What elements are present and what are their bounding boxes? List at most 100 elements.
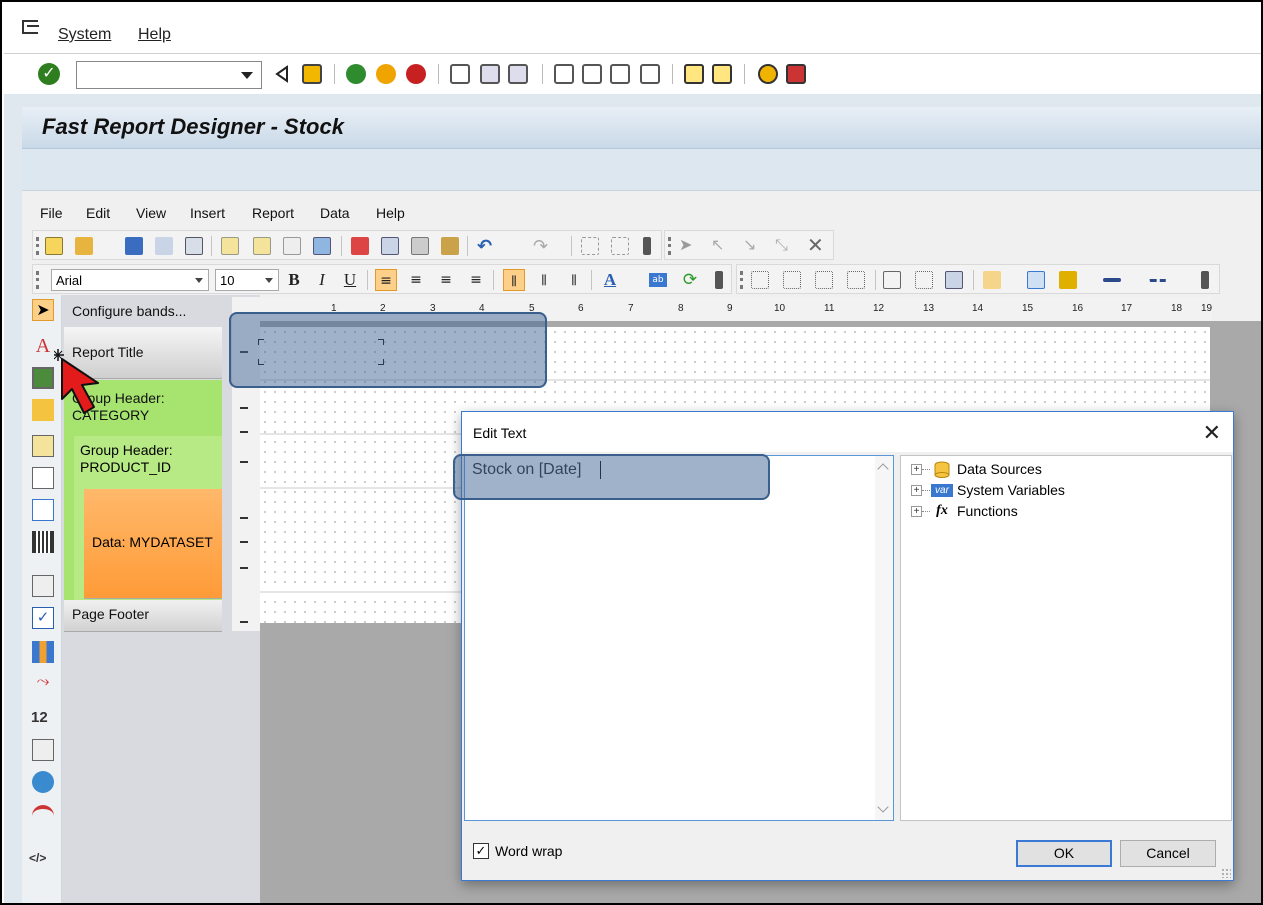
zip-code-object-icon[interactable] [32,739,54,761]
word-wrap-checkbox[interactable]: ✓ [473,843,489,859]
border-right-icon[interactable] [847,271,865,289]
font-color-icon[interactable]: A [599,269,621,291]
undo-icon[interactable]: ↶ [477,237,495,255]
ok-button[interactable]: OK [1016,840,1112,867]
subreport-object-icon[interactable] [32,435,54,457]
line-double-icon[interactable]: ⤡ [775,237,793,255]
ungroup-icon[interactable] [611,237,629,255]
valign-top-button[interactable]: ⫼ [503,269,525,291]
chevron-down-icon[interactable] [265,278,273,283]
line-arrow-icon[interactable]: ↘ [743,237,761,255]
menu-data[interactable]: Data [320,205,350,221]
toolbar-grip[interactable] [36,271,39,289]
print-icon[interactable] [450,64,470,84]
align-right-button[interactable]: ≡ [435,269,457,291]
table-object-icon[interactable] [32,467,54,489]
delete-page-icon[interactable] [283,237,301,255]
menu-view[interactable]: View [136,205,166,221]
sparkline-object-icon[interactable]: ⤳ [32,673,54,695]
text-object-icon[interactable]: A [32,335,54,357]
save-icon[interactable] [125,237,143,255]
toolbar-overflow-icon[interactable] [643,237,651,255]
layout-menu-icon[interactable] [786,64,806,84]
next-page-icon[interactable] [610,64,630,84]
align-center-button[interactable]: ≡ [405,269,427,291]
barcode-object-icon[interactable] [32,531,54,553]
border-all-icon[interactable] [883,271,901,289]
open-icon[interactable] [75,237,93,255]
align-left-button[interactable]: ≡ [375,269,397,291]
previous-page-icon[interactable] [582,64,602,84]
new-dialog-icon[interactable] [253,237,271,255]
bold-button[interactable]: B [283,269,305,291]
dialog-titlebar[interactable]: Edit Text ✕ [462,412,1233,452]
page-setup-icon[interactable] [313,237,331,255]
valign-bottom-button[interactable]: ⫼ [563,269,585,291]
first-page-icon[interactable] [554,64,574,84]
expand-icon[interactable]: + [911,506,922,517]
text-editor[interactable]: Stock on [Date] [464,455,894,821]
menu-insert[interactable]: Insert [190,205,225,221]
border-left-icon[interactable] [815,271,833,289]
format-painter-icon[interactable] [441,237,459,255]
fill-style-icon[interactable] [1027,271,1045,289]
back-icon[interactable] [346,64,366,84]
fill-color-icon[interactable] [983,271,1001,289]
toolbar-grip[interactable] [36,237,39,255]
cancel-icon[interactable] [406,64,426,84]
chevron-down-icon[interactable] [195,278,203,283]
select-pointer-icon[interactable]: ➤ [32,299,54,321]
rich-text-object-icon[interactable] [32,575,54,597]
toolbar-grip[interactable] [668,237,671,255]
new-session-icon[interactable] [684,64,704,84]
new-page-icon[interactable] [221,237,239,255]
justify-button[interactable]: ≡ [465,269,487,291]
gauge-object-icon[interactable] [32,805,54,827]
checkbox-object-icon[interactable]: ✓ [32,607,54,629]
resize-grip-icon[interactable] [1221,868,1231,878]
save-all-icon[interactable] [155,237,173,255]
chart-object-icon[interactable] [32,641,54,663]
italic-button[interactable]: I [311,269,333,291]
preview-icon[interactable] [185,237,203,255]
menu-help[interactable]: Help [376,205,405,221]
enter-check-icon[interactable]: ✓ [38,63,60,85]
border-bottom-icon[interactable] [783,271,801,289]
scroll-up-icon[interactable] [877,463,889,475]
back-triangle-icon[interactable] [272,64,292,84]
picture-object-icon[interactable] [32,367,54,389]
toolbar-overflow-icon[interactable] [1201,271,1209,289]
shape-object-icon[interactable] [32,399,54,421]
scroll-down-icon[interactable] [877,801,889,813]
find-icon[interactable] [480,64,500,84]
menu-report[interactable]: Report [252,205,294,221]
rotate-text-icon[interactable]: ⟳ [679,269,701,291]
menu-file[interactable]: File [40,205,63,221]
map-object-icon[interactable] [32,771,54,793]
border-top-icon[interactable] [751,271,769,289]
command-field[interactable] [76,61,262,89]
line-diagonal-icon[interactable]: ↖ [711,237,729,255]
line-color-icon[interactable] [1059,271,1077,289]
group-icon[interactable] [581,237,599,255]
save-icon[interactable] [302,64,322,84]
cancel-button[interactable]: Cancel [1120,840,1216,867]
valign-center-button[interactable]: ⫼ [533,269,555,291]
find-next-icon[interactable] [508,64,528,84]
line-style-icon[interactable] [1149,279,1167,282]
matrix-object-icon[interactable] [32,499,54,521]
font-size-select[interactable]: 10 [215,269,279,291]
shortcut-icon[interactable] [712,64,732,84]
band-page-footer[interactable]: Page Footer [64,600,222,632]
new-report-icon[interactable] [45,237,63,255]
close-icon[interactable]: ✕ [1203,420,1221,446]
toolbar-overflow-icon[interactable] [715,271,723,289]
copy-icon[interactable] [381,237,399,255]
line-width-icon[interactable] [1103,278,1121,282]
editor-scrollbar[interactable] [875,456,893,820]
sap-menu-system[interactable]: System [58,26,111,44]
expand-icon[interactable]: + [911,464,922,475]
font-family-select[interactable]: Arial [51,269,209,291]
paste-icon[interactable] [411,237,429,255]
underline-button[interactable]: U [339,269,361,291]
